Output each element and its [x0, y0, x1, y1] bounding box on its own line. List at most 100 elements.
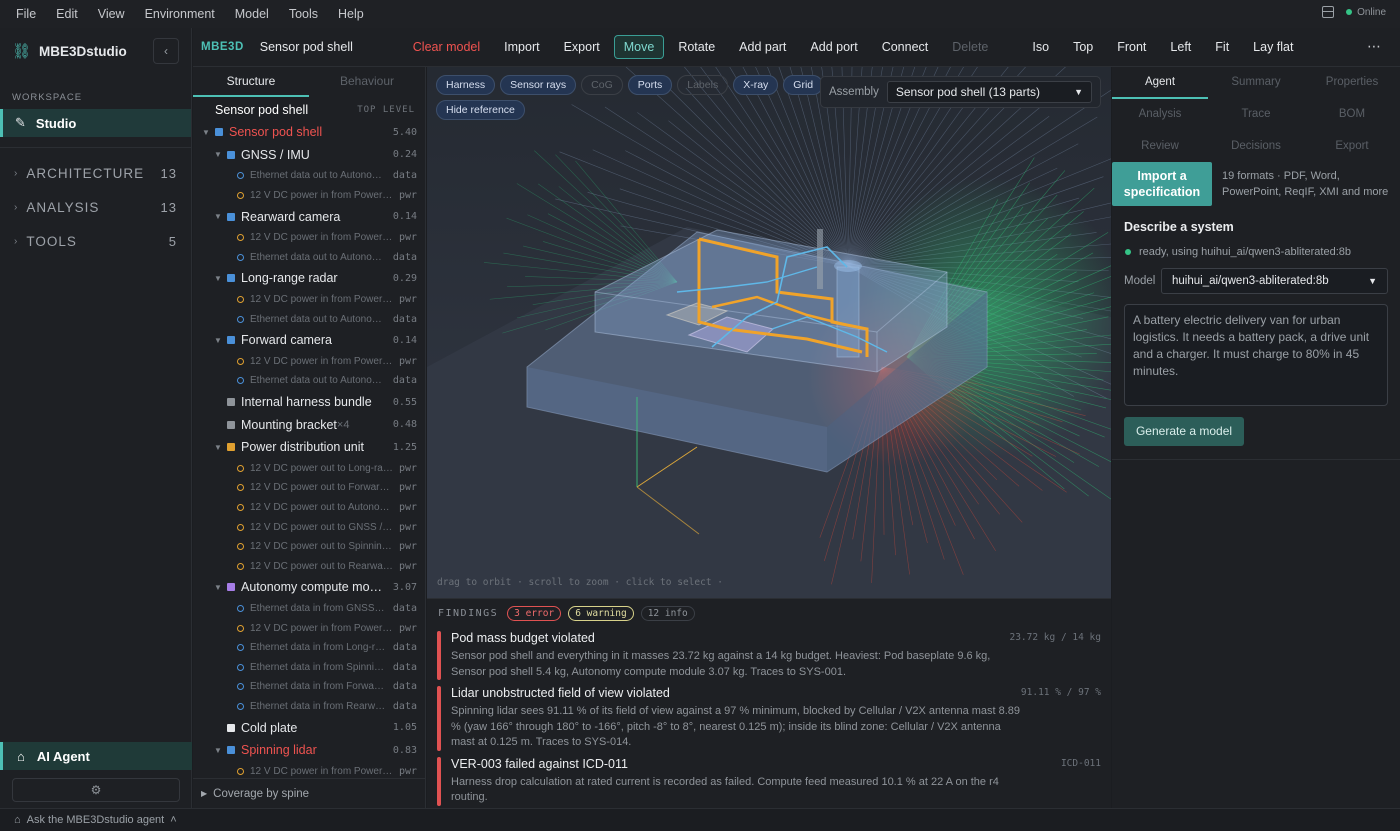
layer-toggle-cog[interactable]: CoG: [581, 75, 623, 95]
tab-decisions[interactable]: Decisions: [1208, 131, 1304, 163]
finding-item[interactable]: Pod mass budget violated Sensor pod shel…: [427, 631, 1111, 680]
tree-port-row[interactable]: Ethernet data out to Autonomy compute mo…: [193, 248, 425, 268]
rotate-tool-button[interactable]: Rotate: [678, 40, 715, 54]
chevron-down-icon[interactable]: ▼: [213, 336, 223, 345]
layer-toggle-harness[interactable]: Harness: [436, 75, 496, 95]
tree-port-row[interactable]: 12 V DC power in from Power distribution…: [193, 186, 425, 206]
spinning-lidar[interactable]: [834, 260, 862, 272]
tree-port-row[interactable]: Ethernet data out to Autonomy compute mo…: [193, 371, 425, 391]
view-top-button[interactable]: Top: [1073, 40, 1093, 54]
view-left-button[interactable]: Left: [1170, 40, 1191, 54]
tab-trace[interactable]: Trace: [1208, 99, 1304, 131]
generate-model-button[interactable]: Generate a model: [1124, 417, 1244, 446]
collapse-sidebar-button[interactable]: ‹: [153, 38, 179, 64]
view-front-button[interactable]: Front: [1117, 40, 1146, 54]
chevron-down-icon[interactable]: ▼: [213, 746, 223, 755]
sidebar-item-studio[interactable]: ✎ Studio: [0, 109, 191, 137]
tab-summary[interactable]: Summary: [1208, 67, 1304, 99]
tree-port-row[interactable]: Ethernet data in from Forward camera data: [193, 677, 425, 697]
clear-model-button[interactable]: Clear model: [413, 40, 480, 54]
finding-item[interactable]: VER-003 failed against ICD-011 Harness d…: [427, 756, 1111, 806]
tree-port-row[interactable]: 12 V DC power out to Rearward camera pwr: [193, 556, 425, 576]
view-iso-button[interactable]: Iso: [1032, 40, 1049, 54]
tab-analysis[interactable]: Analysis: [1112, 99, 1208, 131]
tree-port-row[interactable]: 12 V DC power in from Power distribution…: [193, 290, 425, 310]
tree-port-row[interactable]: 12 V DC power out to GNSS / IMU pwr: [193, 517, 425, 537]
tree-component-row[interactable]: ▼ Power distribution unit 1.25: [193, 436, 425, 459]
layer-toggle-x-ray[interactable]: X-ray: [733, 75, 779, 95]
tree-component-row[interactable]: ▼ Long-range radar 0.29: [193, 267, 425, 290]
chevron-down-icon[interactable]: ▼: [201, 128, 211, 137]
tree-component-row[interactable]: ▼ Forward camera 0.14: [193, 329, 425, 352]
tree-port-row[interactable]: 12 V DC power out to Forward camera pwr: [193, 478, 425, 498]
system-description-textarea[interactable]: A battery electric delivery van for urba…: [1124, 304, 1388, 406]
menu-tools[interactable]: Tools: [289, 7, 318, 21]
tree-component-row[interactable]: Internal harness bundle 0.55: [193, 391, 425, 414]
tree-component-row[interactable]: ▼ Sensor pod shell 5.40: [193, 121, 425, 144]
chevron-down-icon[interactable]: ▼: [213, 583, 223, 592]
layer-toggle-grid[interactable]: Grid: [783, 75, 824, 95]
tree-component-row[interactable]: Mounting bracket ×4 0.48: [193, 413, 425, 436]
tab-review[interactable]: Review: [1112, 131, 1208, 163]
menu-edit[interactable]: Edit: [56, 7, 78, 21]
tree-port-row[interactable]: 12 V DC power in from Power distribution…: [193, 352, 425, 372]
tree-port-row[interactable]: 12 V DC power out to Spinning lidar pwr: [193, 537, 425, 557]
export-button[interactable]: Export: [564, 40, 600, 54]
connect-button[interactable]: Connect: [882, 40, 929, 54]
status-bar[interactable]: ⌂ Ask the MBE3Dstudio agent ˄: [0, 808, 1400, 831]
model-select[interactable]: huihui_ai/qwen3-abliterated:8b ▼: [1161, 268, 1388, 294]
import-button[interactable]: Import: [504, 40, 539, 54]
tab-structure[interactable]: Structure: [193, 67, 309, 97]
menu-file[interactable]: File: [16, 7, 36, 21]
chevron-down-icon[interactable]: ▼: [213, 150, 223, 159]
chevron-down-icon[interactable]: ▼: [213, 443, 223, 452]
tab-export[interactable]: Export: [1304, 131, 1400, 163]
layer-toggle-hide-reference[interactable]: Hide reference: [436, 100, 525, 120]
layer-toggle-ports[interactable]: Ports: [627, 75, 673, 95]
settings-button[interactable]: ⚙: [12, 778, 180, 802]
tree-port-row[interactable]: Ethernet data in from Rearward camera dat…: [193, 697, 425, 717]
lay-flat-button[interactable]: Lay flat: [1253, 40, 1293, 54]
warning-count-badge[interactable]: 6 warning: [568, 605, 634, 621]
sidebar-group-analysis[interactable]: › ANALYSIS 13: [0, 190, 191, 224]
delete-button[interactable]: Delete: [952, 40, 988, 54]
move-tool-button[interactable]: Move: [613, 35, 665, 59]
tree-port-row[interactable]: Ethernet data out to Autonomy compute mo…: [193, 309, 425, 329]
tree-component-row[interactable]: ▼ Autonomy compute module 3.07: [193, 576, 425, 599]
sidebar-group-architecture[interactable]: › ARCHITECTURE 13: [0, 156, 191, 190]
tree-component-row[interactable]: ▼ Rearward camera 0.14: [193, 205, 425, 228]
import-specification-button[interactable]: Import a specification: [1112, 162, 1212, 206]
menu-help[interactable]: Help: [338, 7, 364, 21]
more-options-icon[interactable]: ⋯: [1367, 38, 1382, 55]
antenna-mast[interactable]: [817, 229, 823, 289]
tree-component-row[interactable]: ▼ Spinning lidar 0.83: [193, 739, 425, 762]
tree-port-row[interactable]: 12 V DC power in from Power distribution…: [193, 618, 425, 638]
tree-component-row[interactable]: ▼ GNSS / IMU 0.24: [193, 144, 425, 167]
tab-agent[interactable]: Agent: [1112, 67, 1208, 99]
tree-port-row[interactable]: 12 V DC power in from Power distribution…: [193, 228, 425, 248]
layer-toggle-sensor-rays[interactable]: Sensor rays: [500, 75, 577, 95]
assembly-dropdown[interactable]: Sensor pod shell (13 parts) ▼: [886, 81, 1092, 103]
coverage-by-spine-toggle[interactable]: ▶ Coverage by spine: [193, 778, 425, 808]
lidar-column[interactable]: [836, 266, 860, 358]
layer-toggle-labels[interactable]: Labels: [677, 75, 729, 95]
sidebar-item-ai-agent[interactable]: ⌂ AI Agent: [0, 742, 192, 770]
chevron-down-icon[interactable]: ▼: [213, 212, 223, 221]
3d-scene[interactable]: [427, 67, 1111, 598]
tree-port-row[interactable]: Ethernet data in from GNSS / IMU data: [193, 599, 425, 619]
3d-viewport[interactable]: Harness Sensor rays CoG Ports Labels X-ray Gri…: [427, 67, 1111, 598]
add-part-button[interactable]: Add part: [739, 40, 786, 54]
sidebar-group-tools[interactable]: › TOOLS 5: [0, 224, 191, 258]
chevron-down-icon[interactable]: ▼: [213, 274, 223, 283]
panel-layout-icon[interactable]: [1322, 6, 1335, 18]
tree-port-row[interactable]: Ethernet data in from Spinning lidar data: [193, 657, 425, 677]
tree-component-row[interactable]: Cold plate 1.05: [193, 716, 425, 739]
menu-environment[interactable]: Environment: [145, 7, 215, 21]
tree-port-row[interactable]: Ethernet data in from Long-range radar da…: [193, 638, 425, 658]
finding-item[interactable]: Lidar unobstructed field of view violate…: [427, 686, 1111, 751]
menu-model[interactable]: Model: [235, 7, 269, 21]
add-port-button[interactable]: Add port: [810, 40, 857, 54]
tab-behaviour[interactable]: Behaviour: [309, 67, 425, 97]
error-count-badge[interactable]: 3 error: [507, 605, 562, 621]
tab-bom[interactable]: BOM: [1304, 99, 1400, 131]
